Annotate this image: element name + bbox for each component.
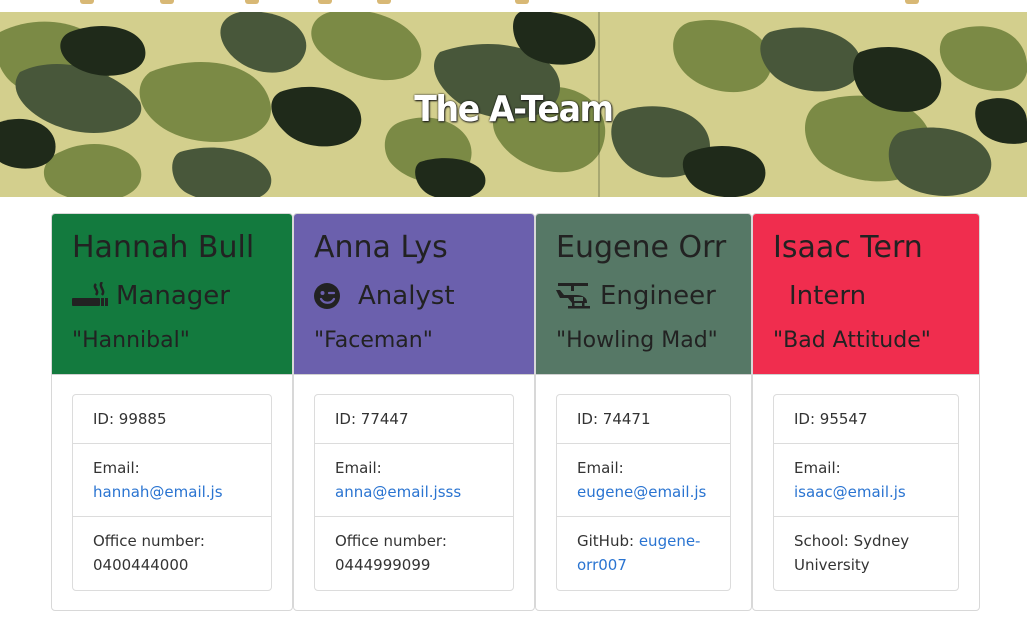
top-strip — [0, 0, 1027, 12]
employee-id: ID: 99885 — [73, 395, 271, 444]
email-label: Email: — [577, 459, 624, 477]
wink-face-icon — [314, 281, 350, 311]
details-list: ID: 74471 Email: eugene@email.js GitHub:… — [556, 394, 731, 591]
employee-role: Intern — [773, 278, 979, 314]
role-label: Analyst — [358, 281, 455, 311]
employee-nickname: "Hannibal" — [72, 328, 190, 353]
employee-name: Anna Lys — [314, 230, 448, 265]
card-header: Eugene Orr Engineer "Howling Mad" — [536, 214, 751, 375]
school-label: School: — [794, 532, 849, 550]
office-number-value: 0400444000 — [93, 556, 189, 574]
role-icon — [773, 281, 781, 311]
employee-card-intern: Isaac Tern Intern "Bad Attitude" ID: 955… — [752, 213, 980, 611]
role-label: Engineer — [600, 281, 716, 311]
employee-card-analyst: Anna Lys Analyst "Faceman" ID: 77447 Ema… — [293, 213, 535, 611]
employee-role: Engineer — [556, 278, 751, 314]
email-link[interactable]: anna@email.jsss — [335, 483, 461, 501]
header-banner: The A-Team — [0, 12, 1027, 197]
email-label: Email: — [335, 459, 382, 477]
email-link[interactable]: hannah@email.js — [93, 483, 223, 501]
office-number-item: Office number: 0444999099 — [315, 517, 513, 590]
email-link[interactable]: isaac@email.js — [794, 483, 906, 501]
employee-nickname: "Bad Attitude" — [773, 328, 931, 353]
employee-email-item: Email: hannah@email.js — [73, 444, 271, 517]
employee-id: ID: 74471 — [557, 395, 730, 444]
email-link[interactable]: eugene@email.js — [577, 483, 706, 501]
employee-name: Hannah Bull — [72, 230, 255, 265]
card-body: ID: 74471 Email: eugene@email.js GitHub:… — [536, 375, 751, 591]
email-label: Email: — [794, 459, 841, 477]
card-header: Isaac Tern Intern "Bad Attitude" — [753, 214, 979, 375]
role-label: Manager — [116, 281, 230, 311]
card-header: Hannah Bull Manager "Hannibal" — [52, 214, 292, 375]
github-label: GitHub: — [577, 532, 635, 550]
details-list: ID: 77447 Email: anna@email.jsss Office … — [314, 394, 514, 591]
employee-role: Manager — [72, 278, 292, 314]
employee-id: ID: 77447 — [315, 395, 513, 444]
employee-card-engineer: Eugene Orr Engineer "Howling Mad" ID: 74… — [535, 213, 752, 611]
office-number-value: 0444999099 — [335, 556, 431, 574]
office-number-item: Office number: 0400444000 — [73, 517, 271, 590]
card-body: ID: 95547 Email: isaac@email.js School: … — [753, 375, 979, 591]
team-cards: Hannah Bull Manager "Hannibal" ID: 99885 — [51, 213, 980, 611]
page-title: The A-Team — [414, 89, 614, 130]
employee-email-item: Email: eugene@email.js — [557, 444, 730, 517]
employee-nickname: "Howling Mad" — [556, 328, 718, 353]
employee-email-item: Email: isaac@email.js — [774, 444, 958, 517]
details-list: ID: 99885 Email: hannah@email.js Office … — [72, 394, 272, 591]
github-item: GitHub: eugene-orr007 — [557, 517, 730, 590]
card-body: ID: 77447 Email: anna@email.jsss Office … — [294, 375, 534, 591]
card-body: ID: 99885 Email: hannah@email.js Office … — [52, 375, 292, 591]
employee-name: Eugene Orr — [556, 230, 727, 265]
employee-nickname: "Faceman" — [314, 328, 433, 353]
role-label: Intern — [789, 281, 867, 311]
employee-email-item: Email: anna@email.jsss — [315, 444, 513, 517]
cigarette-icon — [72, 281, 108, 311]
school-item: School: Sydney University — [774, 517, 958, 590]
helicopter-icon — [556, 281, 592, 311]
employee-id: ID: 95547 — [774, 395, 958, 444]
employee-name: Isaac Tern — [773, 230, 923, 265]
office-number-label: Office number: — [93, 532, 205, 550]
email-label: Email: — [93, 459, 140, 477]
details-list: ID: 95547 Email: isaac@email.js School: … — [773, 394, 959, 591]
employee-role: Analyst — [314, 278, 534, 314]
office-number-label: Office number: — [335, 532, 447, 550]
card-header: Anna Lys Analyst "Faceman" — [294, 214, 534, 375]
employee-card-manager: Hannah Bull Manager "Hannibal" ID: 99885 — [51, 213, 293, 611]
